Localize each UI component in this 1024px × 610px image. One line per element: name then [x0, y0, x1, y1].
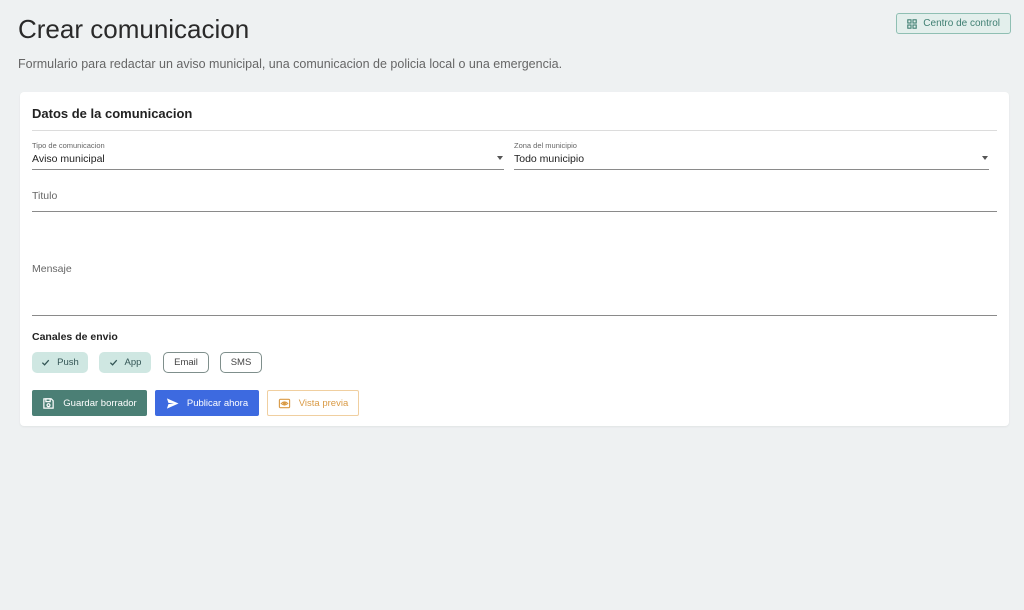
municipality-zone-label: Zona del municipio — [514, 141, 577, 150]
dashboard-button[interactable]: Centro de control — [896, 13, 1011, 34]
check-icon — [109, 359, 117, 366]
title-input-label: Titulo — [32, 190, 58, 202]
dropdown-arrow-icon — [497, 156, 503, 160]
municipality-zone-select[interactable]: Zona del municipio Todo municipio — [514, 140, 989, 170]
check-icon — [42, 359, 50, 366]
save-draft-label: Guardar borrador — [63, 397, 137, 409]
preview-button[interactable]: Vista previa — [267, 390, 359, 416]
channel-chip-push[interactable]: Push — [32, 352, 88, 373]
send-icon — [166, 397, 179, 409]
publish-label: Publicar ahora — [186, 397, 249, 409]
communication-form-card: Datos de la comunicacion Tipo de comunic… — [20, 92, 1009, 426]
dropdown-arrow-icon — [982, 156, 988, 160]
channel-chip-label: Push — [57, 357, 79, 368]
channels-title: Canales de envio — [32, 331, 118, 343]
floppy-disk-icon — [43, 397, 55, 409]
dashboard-button-label: Centro de control — [923, 18, 1000, 29]
communication-type-select[interactable]: Tipo de comunicacion Aviso municipal — [32, 140, 504, 170]
channel-chip-label: SMS — [230, 357, 252, 368]
preview-label: Vista previa — [298, 397, 349, 409]
grid-icon — [907, 18, 918, 29]
message-textarea-label: Mensaje — [32, 263, 72, 275]
title-input[interactable]: Titulo — [32, 188, 997, 212]
channel-chip-sms[interactable]: SMS — [220, 352, 262, 373]
message-textarea[interactable]: Mensaje — [32, 260, 997, 316]
save-draft-button[interactable]: Guardar borrador — [32, 390, 147, 416]
channel-chip-label: App — [124, 357, 142, 368]
channel-chip-app[interactable]: App — [99, 352, 151, 373]
municipality-zone-value: Todo municipio — [514, 153, 585, 165]
publish-button[interactable]: Publicar ahora — [155, 390, 259, 416]
eye-icon — [278, 398, 290, 408]
page-title: Crear comunicacion — [18, 14, 250, 44]
page-subtitle: Formulario para redactar un aviso munici… — [18, 57, 563, 71]
communication-type-label: Tipo de comunicacion — [32, 141, 105, 150]
channel-chip-label: Email — [174, 357, 198, 368]
communication-type-value: Aviso municipal — [32, 153, 105, 165]
section-title: Datos de la comunicacion — [32, 106, 193, 121]
channel-chip-email[interactable]: Email — [163, 352, 209, 373]
section-divider — [32, 130, 997, 131]
